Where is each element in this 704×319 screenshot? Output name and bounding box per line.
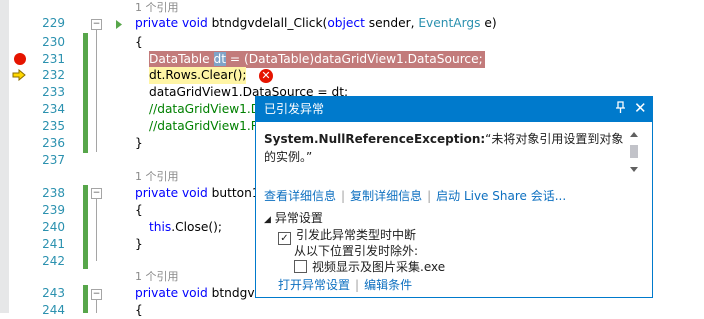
exception-actions: 查看详细信息 | 复制详细信息 | 启动 Live Share 会话... xyxy=(264,188,566,204)
line-number: 232 xyxy=(42,68,65,82)
collapse-triangle-icon[interactable]: ◢ xyxy=(264,215,271,225)
line-number: 239 xyxy=(42,203,65,217)
exception-message: System.NullReferenceException:“未将对象引用设置到… xyxy=(264,130,624,166)
run-to-click-icon[interactable] xyxy=(115,20,123,29)
line-number: 236 xyxy=(42,136,65,150)
code-line-230[interactable]: { xyxy=(135,34,143,51)
pin-icon[interactable] xyxy=(616,101,625,117)
code-line-232-current[interactable]: dt.Rows.Clear(); xyxy=(149,67,247,84)
except-item-row[interactable]: 视频显示及图片采集.exe xyxy=(294,259,445,275)
fold-guide xyxy=(96,199,97,261)
code-token: dt xyxy=(213,52,227,66)
code-token: e) xyxy=(480,16,497,30)
line-number: 234 xyxy=(42,102,65,116)
popup-scrollbar[interactable] xyxy=(628,129,640,177)
fold-guide xyxy=(96,30,97,152)
code-line-234[interactable]: //dataGridView1.D xyxy=(149,101,260,118)
code-token: object xyxy=(327,16,365,30)
code-token: private void xyxy=(135,16,212,30)
line-number: 235 xyxy=(42,119,65,133)
line-number: 243 xyxy=(42,286,65,300)
codelens-references[interactable]: 1 个引用 xyxy=(135,269,179,286)
code-token: DataTable xyxy=(149,52,214,66)
edit-conditions-link[interactable]: 编辑条件 xyxy=(364,278,412,292)
code-token: sender, xyxy=(364,16,419,30)
scroll-up-icon[interactable] xyxy=(630,132,638,137)
change-indicator xyxy=(83,185,88,269)
editor-left-margin xyxy=(0,0,9,313)
break-when-thrown-checkbox[interactable]: ✓ xyxy=(278,232,291,245)
current-statement-arrow-icon xyxy=(12,69,26,81)
except-item-checkbox[interactable] xyxy=(294,260,307,273)
fold-guide xyxy=(96,300,97,313)
separator: | xyxy=(427,189,432,203)
line-number: 240 xyxy=(42,220,65,234)
code-token: EventArgs xyxy=(418,16,481,30)
line-number: 244 xyxy=(42,303,65,317)
code-line-238[interactable]: private void button1_ xyxy=(135,185,266,202)
exception-helper-popup: 已引发异常 ✕ System.NullReferenceException:“未… xyxy=(255,96,653,298)
code-token: btndgvdelall_Click( xyxy=(211,16,328,30)
error-icon[interactable]: ✕ xyxy=(259,69,273,83)
open-exception-settings-link[interactable]: 打开异常设置 xyxy=(278,278,350,292)
line-number: 233 xyxy=(42,85,65,99)
separator: | xyxy=(341,189,346,203)
code-line-229[interactable]: private void btndgvdelall_Click(object s… xyxy=(135,15,497,32)
view-details-link[interactable]: 查看详细信息 xyxy=(264,189,336,203)
code-line-235[interactable]: //dataGridView1.R xyxy=(149,118,259,135)
codelens-references[interactable]: 1 个引用 xyxy=(135,169,179,186)
line-number: 238 xyxy=(42,186,65,200)
line-number: 242 xyxy=(42,254,65,268)
settings-actions: 打开异常设置 | 编辑条件 xyxy=(278,277,412,293)
popup-title: 已引发异常 xyxy=(264,102,325,116)
line-number: 229 xyxy=(42,16,65,30)
code-line-240[interactable]: this.Close(); xyxy=(149,219,222,236)
exception-settings-header[interactable]: ◢ 异常设置 xyxy=(264,210,323,228)
copy-details-link[interactable]: 复制详细信息 xyxy=(350,189,422,203)
change-indicator xyxy=(83,33,88,153)
code-token: = (DataTable)dataGridView1.DataSource; xyxy=(226,52,483,66)
exception-settings-label: 异常设置 xyxy=(274,211,323,225)
except-item-label: 视频显示及图片采集.exe xyxy=(312,260,446,274)
line-number: 231 xyxy=(42,52,65,66)
code-token: .Close(); xyxy=(171,220,222,234)
code-line-244[interactable]: { xyxy=(135,302,143,319)
code-token: private void xyxy=(135,186,212,200)
popup-header: 已引发异常 ✕ xyxy=(256,97,652,122)
exception-type: System.NullReferenceException: xyxy=(264,132,486,146)
collapse-toggle[interactable]: − xyxy=(91,19,102,30)
collapse-toggle[interactable]: − xyxy=(91,188,102,199)
code-token: this xyxy=(149,220,172,234)
break-when-thrown-label: 引发此异常类型时中断 xyxy=(296,228,417,242)
scroll-thumb[interactable] xyxy=(630,145,638,158)
code-line-236[interactable]: } xyxy=(135,135,143,152)
breakpoint-icon[interactable] xyxy=(14,53,26,65)
code-line-239[interactable]: { xyxy=(135,202,143,219)
code-token: private void xyxy=(135,286,212,300)
code-line-243[interactable]: private void btndgvde xyxy=(135,285,270,302)
collapse-toggle[interactable]: − xyxy=(91,289,102,300)
line-number: 230 xyxy=(42,35,65,49)
line-number: 237 xyxy=(42,153,65,167)
code-line-231-error[interactable]: DataTable dt = (DataTable)dataGridView1.… xyxy=(149,51,485,68)
change-indicator xyxy=(83,285,88,313)
glyph-margin[interactable] xyxy=(9,0,33,313)
line-number: 241 xyxy=(42,237,65,251)
separator: | xyxy=(355,278,360,292)
code-line-241[interactable]: } xyxy=(135,236,143,253)
scroll-down-icon[interactable] xyxy=(630,167,638,172)
live-share-link[interactable]: 启动 Live Share 会话... xyxy=(436,189,566,203)
except-from-label: 从以下位置引发时除外: xyxy=(294,244,419,258)
close-icon[interactable]: ✕ xyxy=(634,99,647,117)
